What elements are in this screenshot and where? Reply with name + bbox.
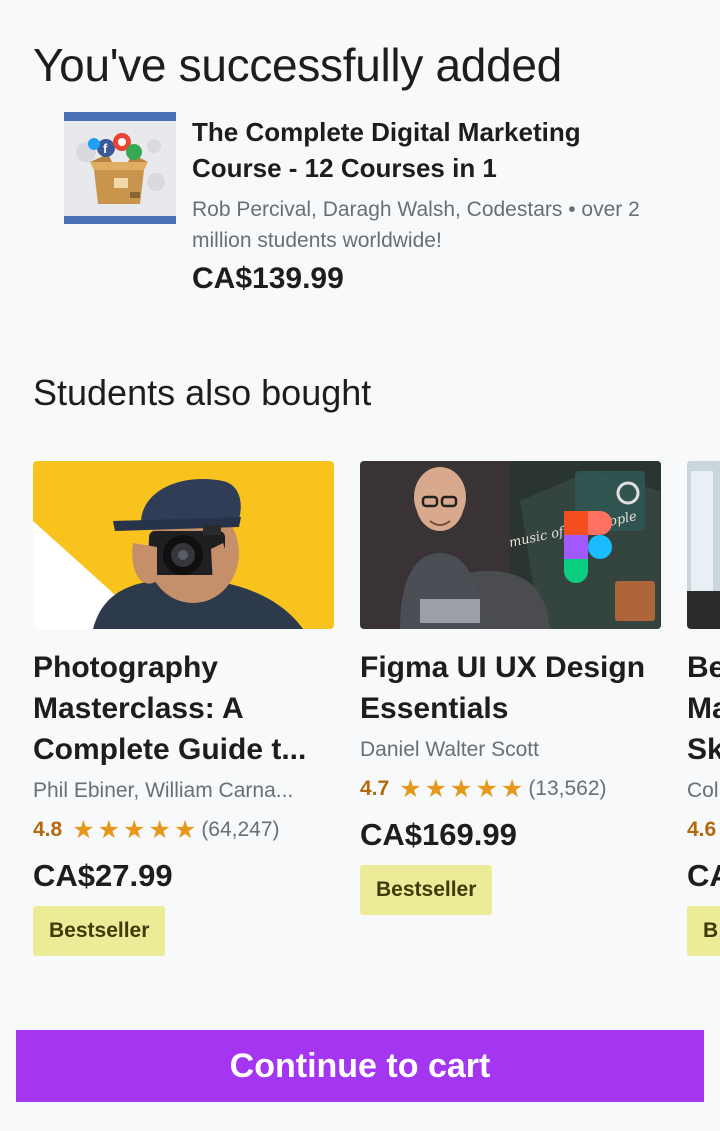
bestseller-badge: Bestseller <box>33 906 166 956</box>
course-card[interactable]: Photography Masterclass: A Complete Guid… <box>33 461 335 956</box>
course-title-line: Photography <box>33 651 218 684</box>
figma-course-image-icon: music of our people <box>360 461 661 629</box>
course-author: Phil Ebiner, William Carna... <box>33 779 294 802</box>
star-icon: ★ <box>500 774 524 803</box>
star-icon: ★ <box>148 815 171 844</box>
course-title-line: Ma <box>687 692 720 725</box>
course-price: CA$27.99 <box>33 858 173 893</box>
star-icon: ★ <box>123 815 146 844</box>
section-title: Students also bought <box>33 372 372 413</box>
review-count: (13,562) <box>528 777 607 800</box>
course-title-line: Sk <box>687 733 720 766</box>
course-image-icon <box>687 461 720 629</box>
course-title[interactable]: Be Ma Sk <box>687 647 720 770</box>
added-course-meta: Rob Percival, Daragh Walsh, Codestars • … <box>192 198 640 252</box>
star-icon: ★ <box>450 774 473 803</box>
rating-row: 4.6 <box>687 816 720 844</box>
rating-value: 4.8 <box>33 818 63 841</box>
added-course-price: CA$139.99 <box>192 262 344 295</box>
course-title-line: Be <box>687 651 720 684</box>
review-count: (64,247) <box>201 818 280 841</box>
rating-value: 4.6 <box>687 818 717 841</box>
course-title[interactable]: Photography Masterclass: A Complete Guid… <box>33 647 335 770</box>
added-course-title[interactable]: The Complete Digital Marketing Course - … <box>192 114 662 186</box>
course-price: CA <box>687 858 720 893</box>
course-title-line: Essentials <box>360 692 509 725</box>
course-card[interactable]: music of our people Figma UI UX Design E… <box>360 461 662 915</box>
rating-row: 4.7 ★ ★ ★ ★ ★ (13,562) <box>360 775 662 803</box>
bestseller-badge: Bestseller <box>360 865 493 915</box>
rating-row: 4.8 ★ ★ ★ ★ ★ (64,247) <box>33 816 335 844</box>
star-icon: ★ <box>424 774 448 803</box>
course-thumbnail[interactable] <box>33 461 334 629</box>
course-title[interactable]: Figma UI UX Design Essentials <box>360 647 662 729</box>
added-course-thumbnail: f <box>64 112 176 224</box>
page-heading: You've successfully added <box>33 39 562 91</box>
star-icon: ★ <box>399 774 422 803</box>
course-author: Col <box>687 779 719 802</box>
course-thumbnail[interactable]: music of our people <box>360 461 661 629</box>
box-of-social-icons-icon: f <box>64 121 176 216</box>
star-icon: ★ <box>173 815 197 844</box>
course-card[interactable]: Be Ma Sk Col 4.6 CA B <box>687 461 720 956</box>
course-title-line: Masterclass: A <box>33 692 244 725</box>
svg-text:f: f <box>103 141 108 156</box>
star-icon: ★ <box>97 815 121 844</box>
course-author: Daniel Walter Scott <box>360 738 539 761</box>
course-carousel[interactable]: Photography Masterclass: A Complete Guid… <box>0 461 720 1001</box>
photographer-image-icon <box>33 461 334 629</box>
bestseller-badge: B <box>687 906 720 956</box>
star-rating: ★ ★ ★ ★ ★ <box>399 774 526 803</box>
course-title-line: Complete Guide t... <box>33 733 307 766</box>
star-rating: ★ ★ ★ ★ ★ <box>72 815 199 844</box>
course-title-line: Figma UI UX Design <box>360 651 646 684</box>
course-thumbnail[interactable] <box>687 461 720 629</box>
rating-value: 4.7 <box>360 777 390 800</box>
star-icon: ★ <box>475 774 498 803</box>
continue-to-cart-button[interactable]: Continue to cart <box>16 1030 704 1102</box>
star-icon: ★ <box>72 815 95 844</box>
course-price: CA$169.99 <box>360 817 517 852</box>
